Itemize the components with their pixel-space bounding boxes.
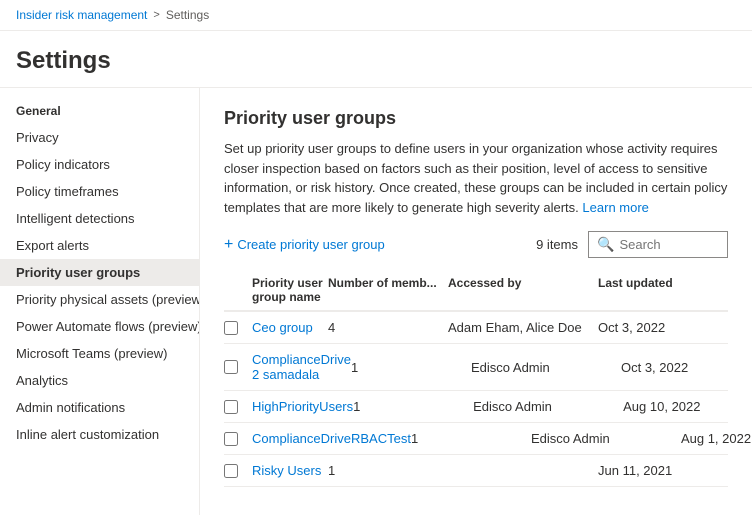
sidebar-item-intelligent-detections[interactable]: Intelligent detections (0, 205, 199, 232)
row-members-1: 4 (328, 320, 448, 335)
row-accessed-by-1: Adam Eham, Alice Doe (448, 320, 598, 335)
col-header-name: Priority user group name (252, 276, 328, 304)
item-count: 9 items (536, 237, 578, 252)
row-checkbox-5[interactable] (224, 464, 252, 478)
breadcrumb-parent[interactable]: Insider risk management (16, 8, 147, 22)
row-last-updated-2: Oct 3, 2022 (621, 360, 751, 375)
toolbar: + Create priority user group 9 items 🔍 (224, 231, 728, 258)
plus-icon: + (224, 236, 233, 254)
row-last-updated-4: Aug 1, 2022 (681, 431, 752, 446)
table-row: Risky Users 1 Jun 11, 2021 (224, 455, 728, 487)
row-checkbox-1[interactable] (224, 321, 252, 335)
sidebar-item-priority-user-groups[interactable]: Priority user groups (0, 259, 199, 286)
create-priority-user-group-button[interactable]: + Create priority user group (224, 232, 385, 258)
row-accessed-by-3: Edisco Admin (473, 399, 623, 414)
sidebar-item-priority-physical-assets[interactable]: Priority physical assets (preview) (0, 286, 199, 313)
sidebar-item-analytics[interactable]: Analytics (0, 367, 199, 394)
row-members-4: 1 (411, 431, 531, 446)
content-title: Priority user groups (224, 108, 728, 129)
content-description: Set up priority user groups to define us… (224, 139, 728, 217)
row-checkbox-3[interactable] (224, 400, 252, 414)
sidebar-item-power-automate-flows[interactable]: Power Automate flows (preview) (0, 313, 199, 340)
row-last-updated-3: Aug 10, 2022 (623, 399, 752, 414)
row-accessed-by-2: Edisco Admin (471, 360, 621, 375)
table-row: ComplianceDrive 2 samadala 1 Edisco Admi… (224, 344, 728, 391)
sidebar-item-inline-alert-customization[interactable]: Inline alert customization (0, 421, 199, 448)
table-row: Ceo group 4 Adam Eham, Alice Doe Oct 3, … (224, 312, 728, 344)
sidebar-item-export-alerts[interactable]: Export alerts (0, 232, 199, 259)
breadcrumb: Insider risk management > Settings (0, 0, 752, 31)
page-header: Settings (0, 31, 752, 88)
table-header: Priority user group name Number of memb.… (224, 270, 728, 312)
sidebar-item-microsoft-teams[interactable]: Microsoft Teams (preview) (0, 340, 199, 367)
search-input[interactable] (619, 237, 719, 252)
sidebar-item-policy-indicators[interactable]: Policy indicators (0, 151, 199, 178)
col-header-last-updated: Last updated (598, 276, 728, 304)
table-container: Priority user group name Number of memb.… (224, 270, 728, 487)
table-row: ComplianceDriveRBACTest 1 Edisco Admin A… (224, 423, 728, 455)
row-checkbox-4[interactable] (224, 432, 252, 446)
breadcrumb-chevron: > (153, 9, 159, 21)
col-header-members: Number of memb... (328, 276, 448, 304)
page-title: Settings (16, 47, 736, 75)
learn-more-link[interactable]: Learn more (582, 200, 648, 215)
row-accessed-by-4: Edisco Admin (531, 431, 681, 446)
sidebar: General Privacy Policy indicators Policy… (0, 88, 200, 515)
row-name-5[interactable]: Risky Users (252, 463, 328, 478)
main-layout: General Privacy Policy indicators Policy… (0, 88, 752, 515)
sidebar-item-privacy[interactable]: Privacy (0, 124, 199, 151)
content-area: Priority user groups Set up priority use… (200, 88, 752, 515)
sidebar-item-policy-timeframes[interactable]: Policy timeframes (0, 178, 199, 205)
row-name-3[interactable]: HighPriorityUsers (252, 399, 353, 414)
table-row: HighPriorityUsers 1 Edisco Admin Aug 10,… (224, 391, 728, 423)
search-box[interactable]: 🔍 (588, 231, 728, 258)
sidebar-section-label: General (0, 100, 199, 124)
breadcrumb-current: Settings (166, 8, 209, 22)
row-members-3: 1 (353, 399, 473, 414)
row-members-2: 1 (351, 360, 471, 375)
row-checkbox-2[interactable] (224, 360, 252, 374)
row-members-5: 1 (328, 463, 448, 478)
col-header-checkbox (224, 276, 252, 304)
search-icon: 🔍 (597, 236, 614, 253)
col-header-accessed-by: Accessed by (448, 276, 598, 304)
row-last-updated-5: Jun 11, 2021 (598, 463, 728, 478)
row-last-updated-1: Oct 3, 2022 (598, 320, 728, 335)
sidebar-item-admin-notifications[interactable]: Admin notifications (0, 394, 199, 421)
row-name-1[interactable]: Ceo group (252, 320, 328, 335)
row-name-4[interactable]: ComplianceDriveRBACTest (252, 431, 411, 446)
toolbar-right: 9 items 🔍 (536, 231, 728, 258)
row-name-2[interactable]: ComplianceDrive 2 samadala (252, 352, 351, 382)
